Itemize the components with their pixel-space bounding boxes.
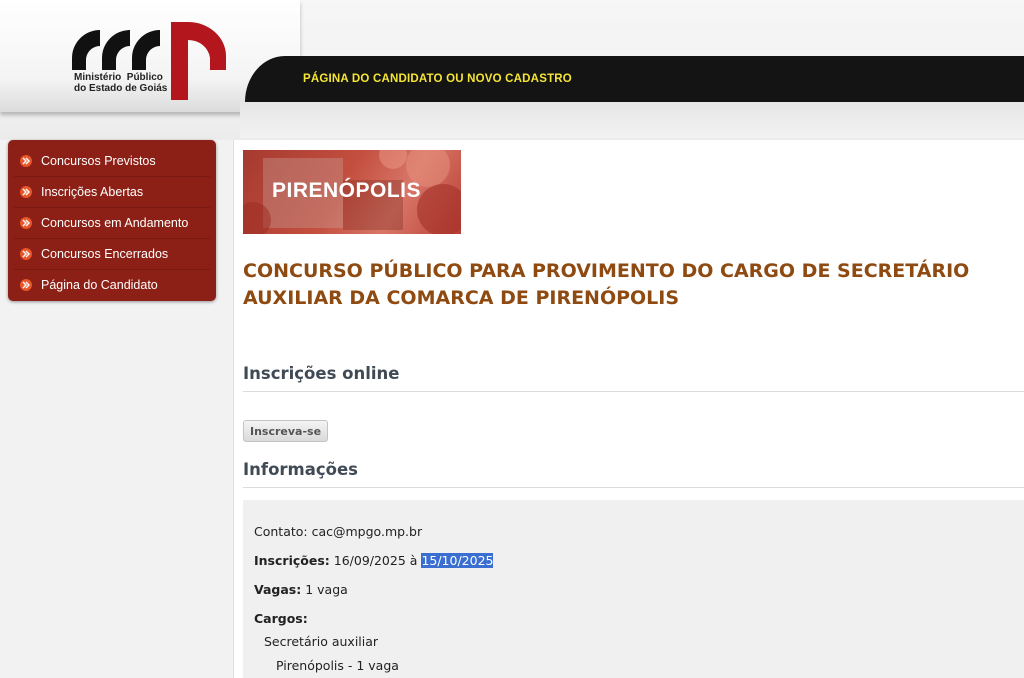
banner-text: PIRENÓPOLIS <box>272 179 422 202</box>
site-header: Ministério Público do Estado de Goiás PÁ… <box>0 0 1024 140</box>
header-shadow <box>240 102 1024 138</box>
registration-separator: à <box>409 553 418 568</box>
sidebar-item-label: Inscrições Abertas <box>41 185 144 199</box>
information-box: Contato: cac@mpgo.mp.br Inscrições: 16/0… <box>243 500 1024 678</box>
position-name: Secretário auxiliar <box>264 634 379 649</box>
position-location: Pirenópolis - 1 vaga <box>276 658 399 673</box>
top-navigation-bar: PÁGINA DO CANDIDATO OU NOVO CADASTRO <box>245 56 1024 102</box>
sidebar-item-concursos-em-andamento[interactable]: Concursos em Andamento <box>14 208 210 239</box>
vacancies-label: Vagas: <box>254 582 302 597</box>
positions-label: Cargos: <box>254 611 308 626</box>
sidebar-item-pagina-do-candidato[interactable]: Página do Candidato <box>14 270 210 300</box>
registration-period: Inscrições: 16/09/2025 à 15/10/2025 <box>254 553 494 568</box>
sidebar-item-label: Página do Candidato <box>41 278 158 292</box>
sidebar-menu: Concursos Previstos Inscrições Abertas C… <box>8 140 216 301</box>
sidebar-item-concursos-previstos[interactable]: Concursos Previstos <box>14 146 210 177</box>
vacancies-value: 1 vaga <box>305 582 348 597</box>
candidate-page-link[interactable]: PÁGINA DO CANDIDATO OU NOVO CADASTRO <box>303 73 572 85</box>
subscribe-button[interactable]: Inscreva-se <box>243 420 329 442</box>
vacancies-line: Vagas: 1 vaga <box>254 582 348 597</box>
main-content: PIRENÓPOLIS CONCURSO PÚBLICO PARA PROVIM… <box>233 140 1024 678</box>
page-title-line-2: AUXILIAR DA COMARCA DE PIRENÓPOLIS <box>243 287 680 309</box>
double-chevron-right-icon <box>20 248 32 260</box>
double-chevron-right-icon <box>20 155 32 167</box>
registration-end-date: 15/10/2025 <box>421 553 494 568</box>
logo-text: Ministério Público do Estado de Goiás <box>74 72 168 94</box>
sidebar-item-inscricoes-abertas[interactable]: Inscrições Abertas <box>14 177 210 208</box>
sidebar-item-label: Concursos em Andamento <box>41 216 189 230</box>
double-chevron-right-icon <box>20 217 32 229</box>
information-heading: Informações <box>243 460 1024 488</box>
page-title: CONCURSO PÚBLICO PARA PROVIMENTO DO CARG… <box>243 258 1023 312</box>
sidebar-item-label: Concursos Encerrados <box>41 247 169 261</box>
sidebar-item-concursos-encerrados[interactable]: Concursos Encerrados <box>14 239 210 270</box>
contact-line: Contato: cac@mpgo.mp.br <box>254 524 423 539</box>
double-chevron-right-icon <box>20 186 32 198</box>
sidebar-item-label: Concursos Previstos <box>41 154 156 168</box>
positions-line: Cargos: <box>254 611 308 626</box>
page-title-line-1: CONCURSO PÚBLICO PARA PROVIMENTO DO CARG… <box>243 260 970 282</box>
online-registration-heading: Inscrições online <box>243 364 1024 392</box>
double-chevron-right-icon <box>20 279 32 291</box>
registration-start-date: 16/09/2025 <box>333 553 406 568</box>
city-banner-image: PIRENÓPOLIS <box>243 150 461 234</box>
registration-label: Inscrições: <box>254 553 330 568</box>
